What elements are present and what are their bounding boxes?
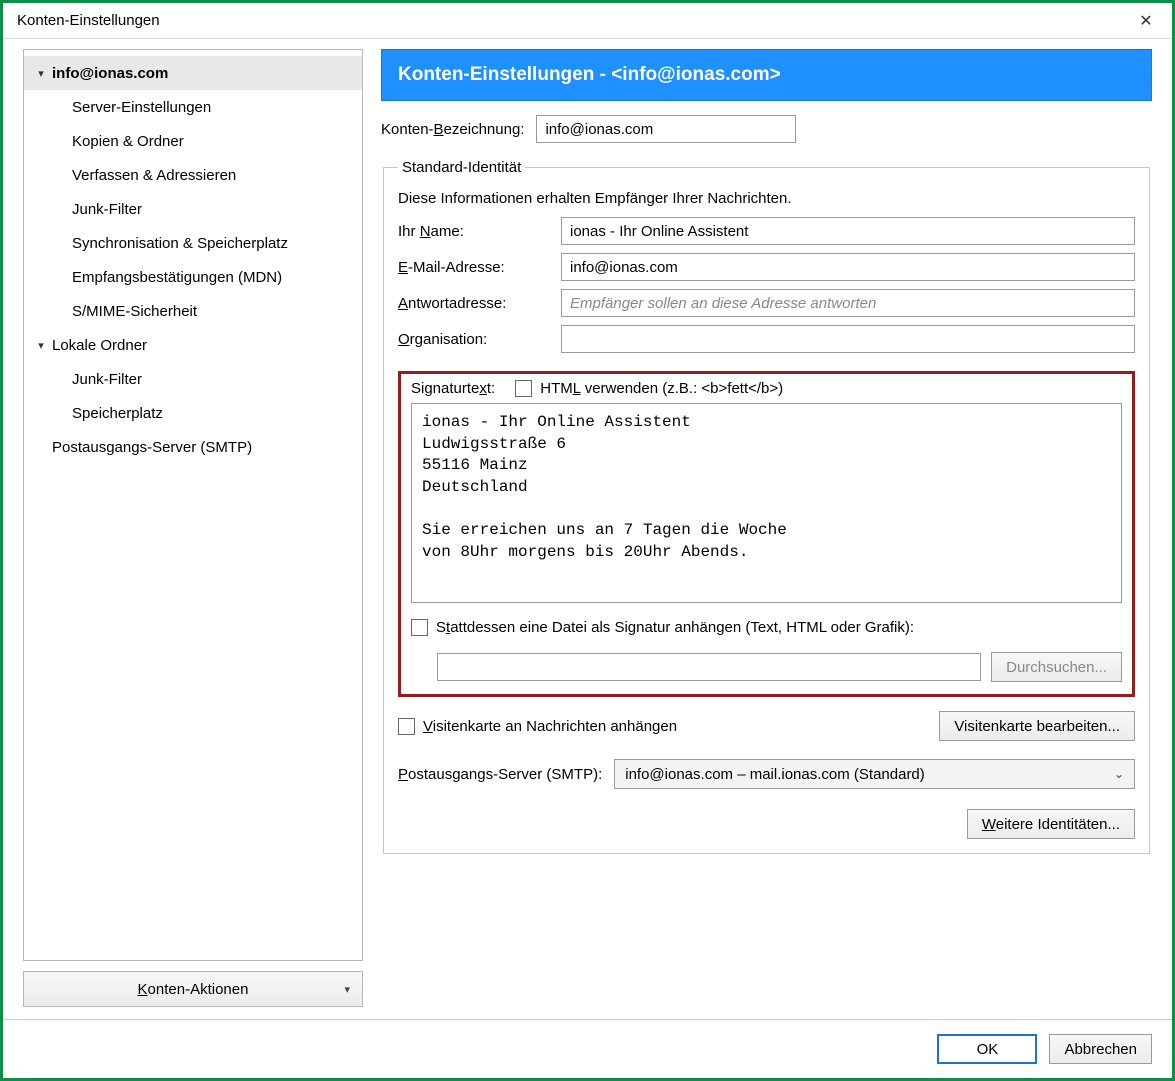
account-actions-label: Konten-Aktionen <box>138 981 249 998</box>
chevron-down-icon: ⌄ <box>1114 767 1124 781</box>
tree-label: Postausgangs-Server (SMTP) <box>48 439 252 456</box>
tree-item-compose[interactable]: Verfassen & Adressieren <box>24 158 362 192</box>
chevron-down-icon: ▾ <box>344 983 350 996</box>
tree-item-local-folders[interactable]: ▾ Lokale Ordner <box>24 328 362 362</box>
signature-section: Signaturtext: HTML verwenden (z.B.: <b>f… <box>398 371 1135 697</box>
tree-label: Empfangsbestätigungen (MDN) <box>68 269 282 286</box>
tree-item-server[interactable]: Server-Einstellungen <box>24 90 362 124</box>
tree-label: Speicherplatz <box>68 405 163 422</box>
tree-label: Junk-Filter <box>68 371 142 388</box>
identity-legend: Standard-Identität <box>398 159 525 176</box>
attach-file-label: Stattdessen eine Datei als Signatur anhä… <box>436 619 914 636</box>
cancel-button[interactable]: Abbrechen <box>1049 1034 1152 1064</box>
account-tree: ▾ info@ionas.com Server-Einstellungen Ko… <box>23 49 363 961</box>
chevron-down-icon[interactable]: ▾ <box>34 339 48 352</box>
tree-label: Kopien & Ordner <box>68 133 184 150</box>
reply-label: Antwortadresse: <box>398 295 553 312</box>
account-name-label: Konten-Bezeichnung: <box>381 121 524 138</box>
window-title: Konten-Einstellungen <box>17 12 1124 29</box>
sidebar: ▾ info@ionas.com Server-Einstellungen Ko… <box>23 49 363 1007</box>
identity-desc: Diese Informationen erhalten Empfänger I… <box>398 190 1135 207</box>
email-input[interactable] <box>561 253 1135 281</box>
tree-label: Lokale Ordner <box>48 337 147 354</box>
checkbox-icon <box>411 619 428 636</box>
tree-label: info@ionas.com <box>48 65 168 82</box>
tree-item-local-storage[interactable]: Speicherplatz <box>24 396 362 430</box>
titlebar: Konten-Einstellungen ✕ <box>3 3 1172 39</box>
checkbox-icon <box>398 718 415 735</box>
use-html-checkbox[interactable]: HTML verwenden (z.B.: <b>fett</b>) <box>515 380 783 397</box>
dialog-footer: OK Abbrechen <box>3 1019 1172 1078</box>
browse-button[interactable]: Durchsuchen... <box>991 652 1122 682</box>
signature-file-input[interactable] <box>437 653 981 681</box>
attach-vcard-checkbox[interactable]: Visitenkarte an Nachrichten anhängen <box>398 718 677 735</box>
tree-label: Verfassen & Adressieren <box>68 167 236 184</box>
attach-file-checkbox[interactable]: Stattdessen eine Datei als Signatur anhä… <box>411 619 914 636</box>
signature-label: Signaturtext: <box>411 380 495 397</box>
name-label: Ihr Name: <box>398 223 553 240</box>
tree-item-local-junk[interactable]: Junk-Filter <box>24 362 362 396</box>
tree-label: Server-Einstellungen <box>68 99 211 116</box>
dialog-body: ▾ info@ionas.com Server-Einstellungen Ko… <box>3 39 1172 1019</box>
smtp-label: Postausgangs-Server (SMTP): <box>398 766 602 783</box>
account-actions-button[interactable]: Konten-Aktionen ▾ <box>23 971 363 1007</box>
use-html-label: HTML verwenden (z.B.: <b>fett</b>) <box>540 380 783 397</box>
org-input[interactable] <box>561 325 1135 353</box>
smtp-selected: info@ionas.com – mail.ionas.com (Standar… <box>625 766 925 783</box>
checkbox-icon <box>515 380 532 397</box>
edit-vcard-button[interactable]: Visitenkarte bearbeiten... <box>939 711 1135 741</box>
tree-item-smime[interactable]: S/MIME-Sicherheit <box>24 294 362 328</box>
tree-item-mdn[interactable]: Empfangsbestätigungen (MDN) <box>24 260 362 294</box>
tree-label: Junk-Filter <box>68 201 142 218</box>
tree-item-sync[interactable]: Synchronisation & Speicherplatz <box>24 226 362 260</box>
tree-item-account[interactable]: ▾ info@ionas.com <box>24 56 362 90</box>
tree-label: S/MIME-Sicherheit <box>68 303 197 320</box>
account-name-row: Konten-Bezeichnung: <box>381 115 1152 143</box>
tree-label: Synchronisation & Speicherplatz <box>68 235 288 252</box>
more-identities-button[interactable]: Weitere Identitäten... <box>967 809 1135 839</box>
identity-fieldset: Standard-Identität Diese Informationen e… <box>383 159 1150 854</box>
tree-item-outgoing-smtp[interactable]: Postausgangs-Server (SMTP) <box>24 430 362 464</box>
tree-item-copies[interactable]: Kopien & Ordner <box>24 124 362 158</box>
org-label: Organisation: <box>398 331 553 348</box>
chevron-down-icon[interactable]: ▾ <box>34 67 48 80</box>
dialog-window: Konten-Einstellungen ✕ ▾ info@ionas.com … <box>0 0 1175 1081</box>
account-name-input[interactable] <box>536 115 796 143</box>
name-input[interactable] <box>561 217 1135 245</box>
signature-textarea[interactable] <box>411 403 1122 603</box>
close-icon[interactable]: ✕ <box>1124 6 1168 36</box>
main-pane: Konten-Einstellungen - <info@ionas.com> … <box>381 49 1152 1007</box>
tree-item-junk[interactable]: Junk-Filter <box>24 192 362 226</box>
attach-vcard-label: Visitenkarte an Nachrichten anhängen <box>423 718 677 735</box>
ok-button[interactable]: OK <box>937 1034 1037 1064</box>
reply-input[interactable] <box>561 289 1135 317</box>
page-title: Konten-Einstellungen - <info@ionas.com> <box>381 49 1152 101</box>
smtp-select[interactable]: info@ionas.com – mail.ionas.com (Standar… <box>614 759 1135 789</box>
email-label: E-Mail-Adresse: <box>398 259 553 276</box>
